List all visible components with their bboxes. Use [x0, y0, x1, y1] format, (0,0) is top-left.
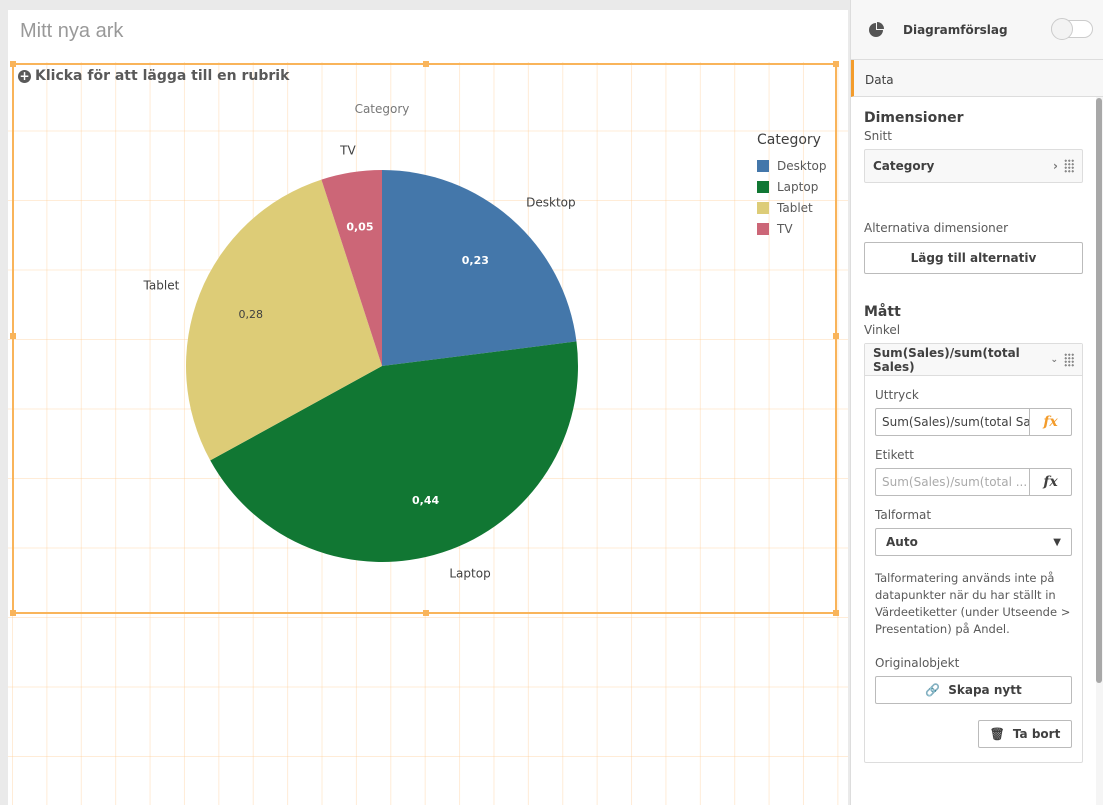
legend-item[interactable]: Laptop	[777, 180, 818, 194]
sheet-title[interactable]: Mitt nya ark	[20, 20, 123, 43]
scrollbar[interactable]	[1096, 98, 1102, 683]
fx-icon[interactable]: fx	[1029, 409, 1071, 435]
pie-chart: Category 0,23 Desktop 0,44 Laptop 0,28 Tablet…	[143, 102, 827, 580]
label-input[interactable]: Sum(Sales)/sum(total ...	[876, 469, 1029, 495]
chart-suggestions-label: Diagramförslag	[903, 22, 1008, 37]
category-label: Tablet	[143, 279, 180, 293]
legend-item[interactable]: Desktop	[777, 159, 827, 173]
fx-icon[interactable]: fx	[1029, 469, 1071, 495]
properties-panel: Diagramförslag Data Dimensioner Snitt Ca…	[850, 0, 1103, 805]
chart-suggestions-toggle[interactable]	[1051, 18, 1093, 40]
trash-icon: 🗑	[989, 727, 1005, 741]
data-label: 0,28	[239, 308, 264, 321]
alt-dimensions-label: Alternativa dimensioner	[864, 221, 1009, 235]
legend-item[interactable]: TV	[776, 222, 793, 236]
create-new-label: Skapa nytt	[948, 683, 1022, 697]
create-new-button[interactable]: 🔗 Skapa nytt	[875, 676, 1072, 704]
link-icon: 🔗	[925, 683, 941, 697]
label-label: Etikett	[875, 448, 914, 462]
delete-label: Ta bort	[1012, 727, 1061, 741]
measure-item: Sum(Sales)/sum(total Sales) ⌄ Uttryck Sum…	[864, 343, 1083, 763]
measures-sub: Vinkel	[864, 323, 901, 337]
category-label: Desktop	[526, 195, 576, 209]
drag-handle-icon[interactable]	[1064, 159, 1074, 173]
format-note: Talformatering används inte på datapunkt…	[875, 571, 1071, 636]
expression-label: Uttryck	[875, 388, 919, 402]
dimensions-sub: Snitt	[864, 129, 892, 143]
sheet-header: Mitt nya ark	[8, 10, 848, 62]
data-label: 0,05	[346, 221, 373, 234]
dimension-label: Category	[873, 159, 935, 173]
legend-title: Category	[757, 132, 821, 148]
delete-button[interactable]: 🗑 Ta bort	[978, 720, 1072, 748]
dimensions-heading: Dimensioner	[864, 110, 964, 126]
measure-label: Sum(Sales)/sum(total Sales)	[873, 345, 1020, 374]
pie-chart-icon	[869, 21, 884, 37]
number-format-value: Auto	[886, 535, 918, 549]
measure-header[interactable]: Sum(Sales)/sum(total Sales) ⌄	[865, 344, 1082, 376]
chart-suggestions-header: Diagramförslag	[851, 0, 1103, 60]
chevron-down-icon: ⌄	[1050, 354, 1058, 365]
pie-chart-object[interactable]: + Klicka för att lägga till en rubrik Cat…	[10, 61, 839, 616]
dimension-item-category[interactable]: Category ›	[864, 149, 1083, 183]
legend-item[interactable]: Tablet	[776, 201, 813, 215]
caret-down-icon: ▼	[1053, 536, 1061, 548]
legend-swatch	[757, 181, 769, 193]
number-format-select[interactable]: Auto ▼	[875, 528, 1072, 556]
number-format-label: Talformat	[875, 508, 932, 522]
pie-title: Category	[355, 102, 410, 116]
category-label: TV	[339, 144, 356, 158]
chevron-right-icon: ›	[1053, 159, 1058, 173]
data-label: 0,23	[462, 254, 489, 267]
legend-swatch	[757, 223, 769, 235]
add-alternative-button[interactable]: Lägg till alternativ	[864, 242, 1083, 274]
original-object-label: Originalobjekt	[875, 656, 960, 670]
measures-heading: Mått	[864, 304, 901, 320]
category-label: Laptop	[449, 566, 490, 580]
drag-handle-icon[interactable]	[1064, 352, 1074, 367]
expression-input[interactable]: Sum(Sales)/sum(total Sa	[876, 409, 1029, 435]
tab-data[interactable]: Data	[851, 60, 1103, 97]
legend-swatch	[757, 160, 769, 172]
legend-swatch	[757, 202, 769, 214]
data-label: 0,44	[412, 494, 439, 507]
